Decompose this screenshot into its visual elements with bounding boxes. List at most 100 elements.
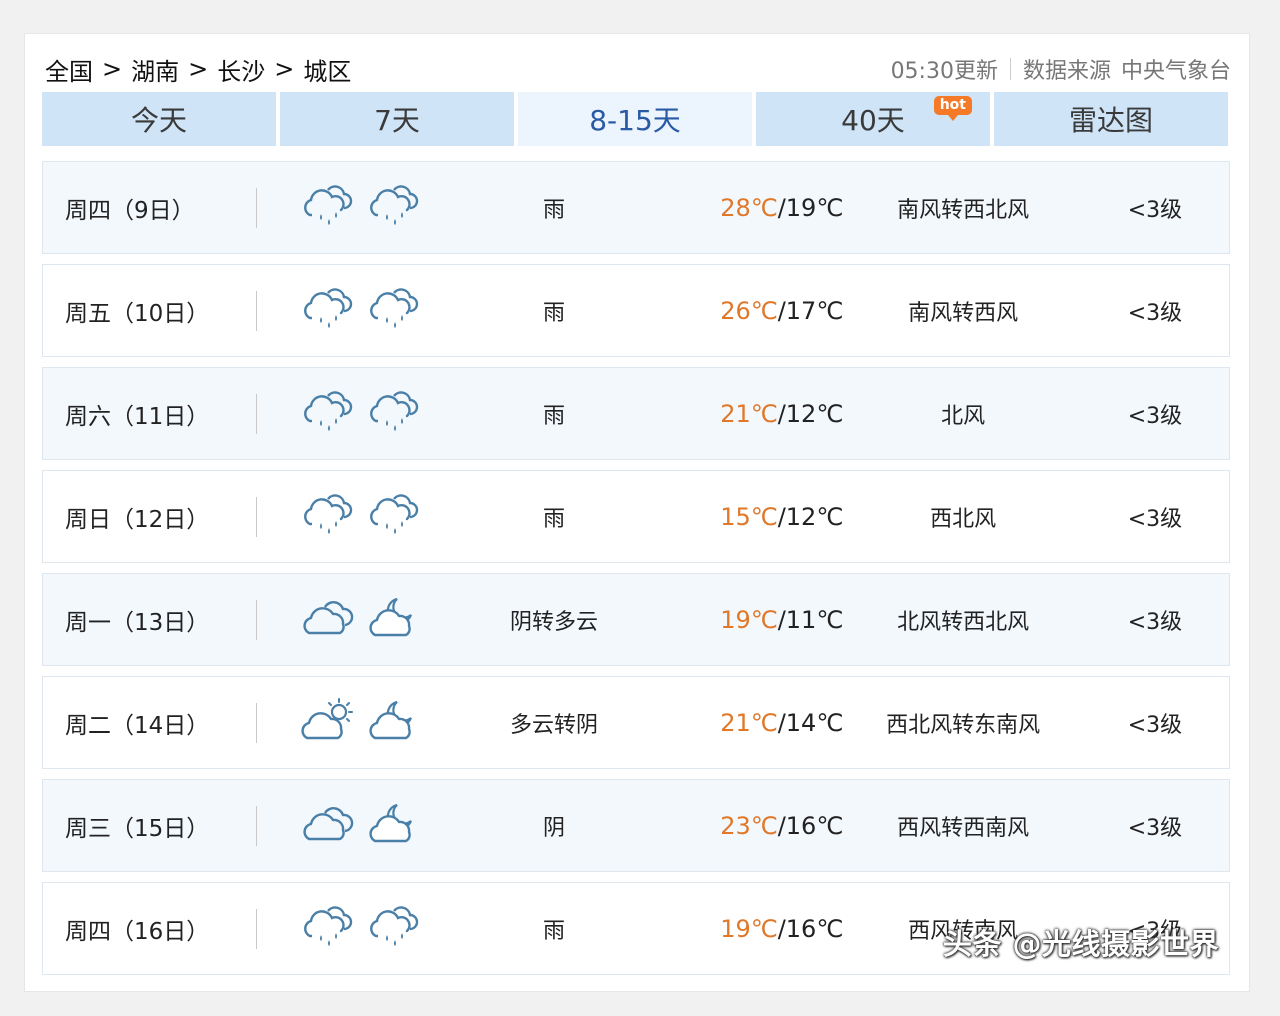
low-temperature: 12℃	[785, 399, 844, 428]
temperature-range: 21℃/12℃	[720, 399, 844, 428]
high-temperature: 26℃	[720, 296, 778, 325]
wind-direction: 西北风	[930, 506, 997, 532]
low-temperature: 17℃	[785, 296, 844, 325]
temperature-range: 28℃/19℃	[720, 193, 844, 222]
tab-label: 今天	[130, 104, 187, 137]
tab-7-days[interactable]: 7天	[280, 92, 514, 146]
low-temperature: 19℃	[785, 193, 844, 222]
temperature-range: 23℃/16℃	[720, 811, 844, 840]
overcast-icon	[301, 593, 355, 647]
wind-level: <3级	[1127, 197, 1183, 223]
update-time: 05:30更新	[890, 59, 998, 84]
weather-description: 雨	[543, 197, 566, 223]
weather-description: 多云转阴	[510, 712, 599, 738]
weather-icons	[257, 284, 463, 338]
weather-description: 雨	[543, 506, 566, 532]
source-label: 数据来源	[1022, 59, 1111, 84]
rain-icon	[367, 387, 421, 441]
tab-radar[interactable]: 雷达图	[994, 92, 1228, 146]
forecast-date: 周六（11日）	[65, 403, 210, 430]
forecast-date: 周日（12日）	[65, 506, 210, 533]
wind-level: <3级	[1127, 300, 1183, 326]
weather-icons	[257, 799, 463, 853]
breadcrumb: 全国 > 湖南 > 长沙 > 城区	[45, 52, 351, 87]
tab-label: 8-15天	[589, 104, 681, 137]
forecast-list: 周四（9日） 雨 28℃/19℃ 南风转西北风 <3级 周五（10日） 雨 26…	[42, 161, 1230, 985]
rain-icon	[301, 387, 355, 441]
high-temperature: 28℃	[720, 193, 778, 222]
wind-level: <3级	[1127, 815, 1183, 841]
tab-8-15-days[interactable]: 8-15天	[518, 92, 752, 146]
temperature-range: 15℃/12℃	[720, 502, 844, 531]
watermark: 头条 @光线摄影世界	[942, 927, 1219, 961]
rain-icon	[367, 490, 421, 544]
weather-description: 雨	[543, 403, 566, 429]
temperature-range: 19℃/11℃	[720, 605, 844, 634]
breadcrumb-nationwide[interactable]: 全国	[45, 52, 93, 87]
low-temperature: 16℃	[785, 914, 844, 943]
rain-icon	[367, 181, 421, 235]
rain-icon	[301, 490, 355, 544]
weather-icons	[257, 181, 463, 235]
weather-icons	[257, 387, 463, 441]
high-temperature: 21℃	[720, 708, 778, 737]
rain-icon	[301, 902, 355, 956]
temperature-range: 19℃/16℃	[720, 914, 844, 943]
high-temperature: 15℃	[720, 502, 778, 531]
breadcrumb-changsha[interactable]: 长沙	[217, 52, 265, 87]
weather-icons	[257, 696, 463, 750]
low-temperature: 14℃	[785, 708, 844, 737]
tab-label: 雷达图	[1068, 104, 1153, 137]
weather-description: 雨	[543, 918, 566, 944]
high-temperature: 21℃	[720, 399, 778, 428]
overcast-icon	[301, 799, 355, 853]
rain-icon	[367, 902, 421, 956]
low-temperature: 16℃	[785, 811, 844, 840]
cloudy-night-icon	[367, 696, 421, 750]
forecast-date: 周二（14日）	[65, 712, 210, 739]
breadcrumb-hunan[interactable]: 湖南	[131, 52, 179, 87]
source-name: 中央气象台	[1120, 59, 1231, 84]
forecast-row: 周六（11日） 雨 21℃/12℃ 北风 <3级	[42, 367, 1230, 460]
cloudy-night-icon	[367, 799, 421, 853]
high-temperature: 19℃	[720, 914, 778, 943]
breadcrumb-separator: >	[274, 55, 295, 83]
forecast-tabs: 今天 7天 8-15天 40天 hot 雷达图	[42, 92, 1230, 146]
weather-icons	[257, 490, 463, 544]
rain-icon	[367, 284, 421, 338]
high-temperature: 19℃	[720, 605, 778, 634]
tab-label: 40天	[841, 104, 905, 137]
rain-icon	[301, 284, 355, 338]
forecast-date: 周四（16日）	[65, 918, 210, 945]
tab-label: 7天	[374, 104, 420, 137]
wind-level: <3级	[1127, 712, 1183, 738]
meta-divider	[1009, 58, 1011, 80]
forecast-date: 周五（10日）	[65, 300, 210, 327]
tab-40-days[interactable]: 40天 hot	[756, 92, 990, 146]
high-temperature: 23℃	[720, 811, 778, 840]
weather-description: 阴转多云	[510, 609, 599, 635]
wind-direction: 北风转西北风	[897, 609, 1030, 635]
update-meta: 05:30更新 数据来源 中央气象台	[891, 53, 1231, 85]
top-bar: 全国 > 湖南 > 长沙 > 城区 05:30更新 数据来源 中央气象台	[45, 52, 1231, 86]
forecast-row: 周五（10日） 雨 26℃/17℃ 南风转西风 <3级	[42, 264, 1230, 357]
wind-direction: 南风转西风	[908, 300, 1019, 326]
temperature-range: 21℃/14℃	[720, 708, 844, 737]
wind-direction: 西风转西南风	[897, 815, 1030, 841]
forecast-row: 周四（9日） 雨 28℃/19℃ 南风转西北风 <3级	[42, 161, 1230, 254]
wind-level: <3级	[1127, 403, 1183, 429]
tab-today[interactable]: 今天	[42, 92, 276, 146]
forecast-date: 周四（9日）	[65, 197, 195, 224]
weather-description: 阴	[543, 815, 566, 841]
weather-description: 雨	[543, 300, 566, 326]
forecast-date: 周三（15日）	[65, 815, 210, 842]
wind-direction: 西北风转东南风	[886, 712, 1041, 738]
low-temperature: 12℃	[785, 502, 844, 531]
hot-badge: hot	[933, 96, 972, 121]
forecast-row: 周三（15日） 阴 23℃/16℃ 西风转西南风 <3级	[42, 779, 1230, 872]
breadcrumb-urban: 城区	[303, 57, 352, 86]
weather-icons	[257, 902, 463, 956]
rain-icon	[301, 181, 355, 235]
breadcrumb-separator: >	[102, 55, 123, 83]
wind-direction: 南风转西北风	[897, 197, 1030, 223]
